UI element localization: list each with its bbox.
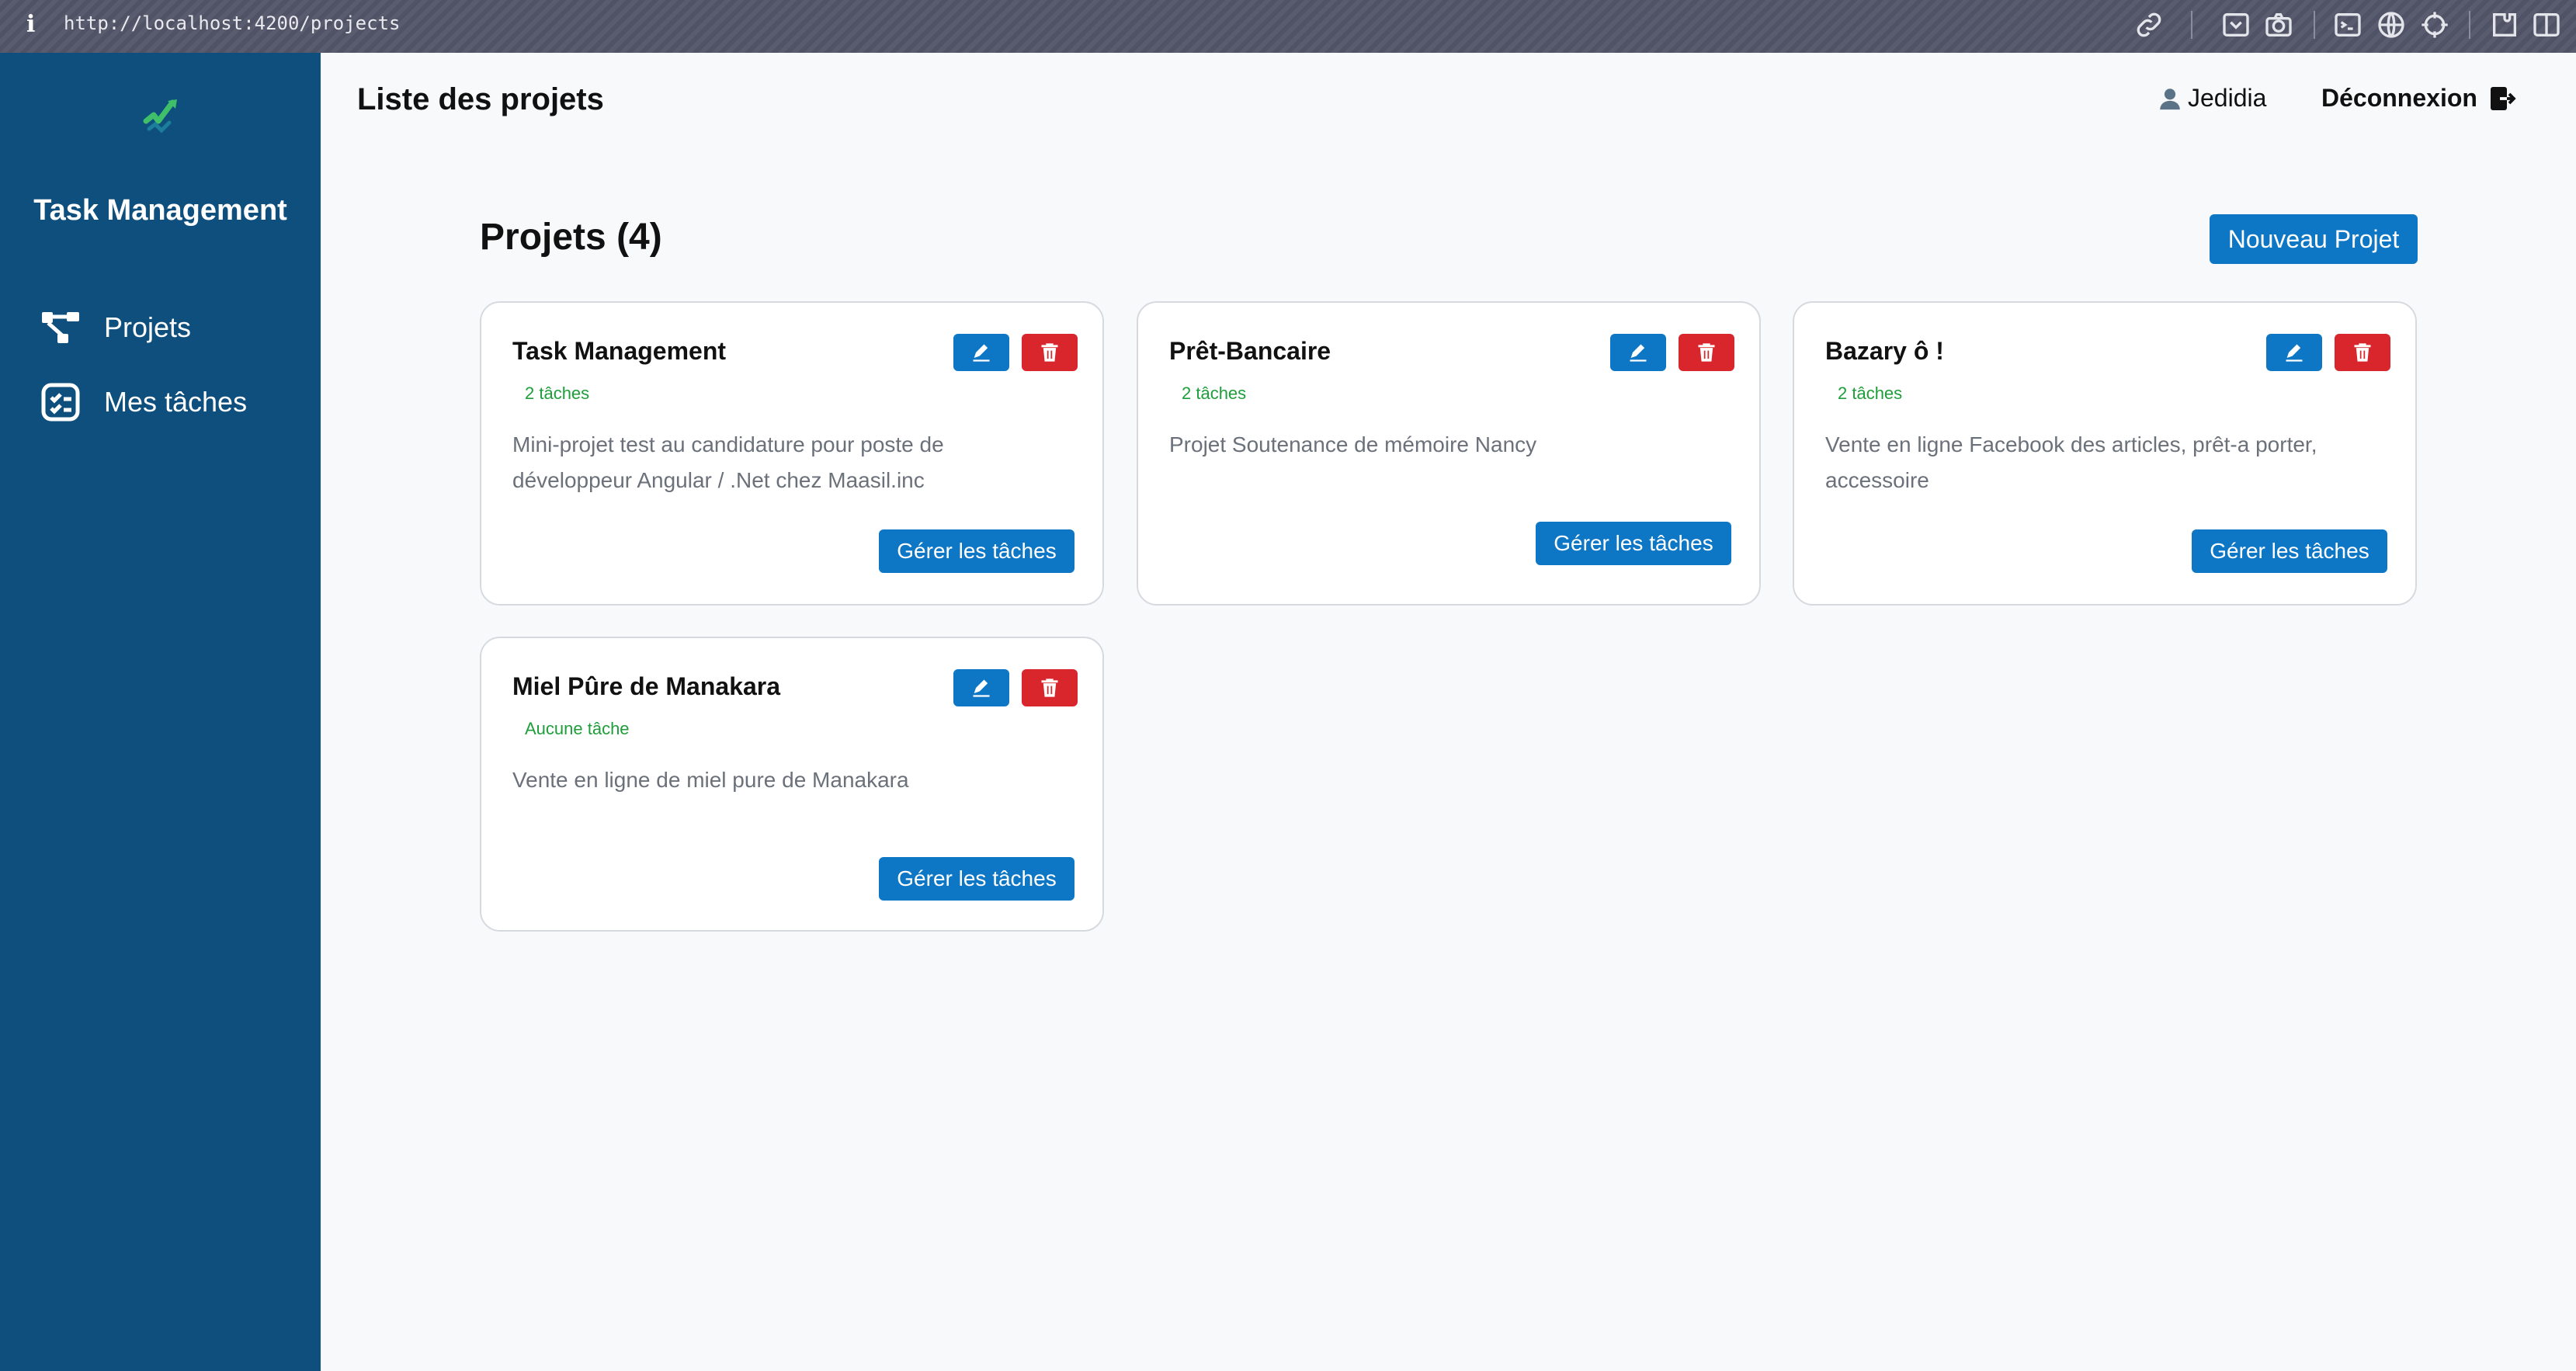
browser-toolbar: i http://localhost:4200/projects: [0, 0, 2576, 53]
sidebar-item-label: Projets: [104, 311, 192, 343]
project-description: Vente en ligne Facebook des articles, pr…: [1825, 432, 2317, 492]
sidebar-item-mes-taches[interactable]: Mes tâches: [40, 379, 247, 425]
project-description: Vente en ligne de miel pure de Manakara: [512, 768, 909, 792]
edit-button[interactable]: [2266, 334, 2322, 371]
sidebar-toggle-icon[interactable]: [2531, 9, 2562, 40]
edit-button[interactable]: [953, 334, 1009, 371]
screenshot-area-icon[interactable]: [2220, 9, 2251, 40]
page-title: Liste des projets: [357, 82, 604, 116]
hierarchy-icon: [40, 304, 87, 351]
user-name: Jedidia: [2188, 84, 2267, 112]
project-card: Prêt-Bancaire 2 tâches Projet Soutenance…: [1137, 301, 1761, 606]
project-description: Projet Soutenance de mémoire Nancy: [1169, 432, 1537, 456]
checklist-icon: [40, 379, 87, 425]
project-card: Task Management 2 tâches Mini-projet tes…: [480, 301, 1104, 606]
project-description: Mini-projet test au candidature pour pos…: [512, 432, 944, 492]
task-count: 2 tâches: [525, 384, 590, 403]
app-logo-icon: [138, 92, 185, 138]
toolbar-divider: [2314, 11, 2315, 39]
manage-tasks-button[interactable]: Gérer les tâches: [879, 529, 1074, 573]
task-count: 2 tâches: [1182, 384, 1247, 403]
project-title: Prêt-Bancaire: [1169, 337, 1331, 365]
logout-label: Déconnexion: [2321, 84, 2477, 112]
logout-button[interactable]: Déconnexion: [2321, 84, 2516, 113]
delete-button[interactable]: [1022, 334, 1078, 371]
edit-button[interactable]: [953, 669, 1009, 706]
new-project-button[interactable]: Nouveau Projet: [2210, 214, 2418, 264]
manage-tasks-button[interactable]: Gérer les tâches: [2192, 529, 2387, 573]
delete-button[interactable]: [2335, 334, 2390, 371]
pencil-icon: [1630, 344, 1647, 362]
app-title: Task Management: [33, 194, 287, 227]
extensions-icon[interactable]: [2489, 9, 2520, 40]
user-icon: [2160, 88, 2180, 109]
section-title: Projets (4): [480, 217, 662, 258]
project-title: Miel Pûre de Manakara: [512, 672, 781, 700]
toolbar-divider: [2469, 11, 2470, 39]
edit-button[interactable]: [1610, 334, 1666, 371]
sidebar-item-projets[interactable]: Projets: [40, 304, 191, 351]
trash-icon: [1041, 343, 1058, 362]
project-card: Bazary ô ! 2 tâches Vente en ligne Faceb…: [1793, 301, 2417, 606]
task-count: 2 tâches: [1838, 384, 1903, 403]
logout-icon: [2490, 86, 2516, 110]
manage-tasks-button[interactable]: Gérer les tâches: [879, 857, 1074, 901]
task-count: Aucune tâche: [525, 719, 630, 738]
sidebar: Task Management Projets Mes tâches: [0, 53, 321, 1371]
globe-icon[interactable]: [2376, 9, 2407, 40]
project-card: Miel Pûre de Manakara Aucune tâche Vente…: [480, 637, 1104, 932]
info-icon[interactable]: i: [26, 11, 35, 38]
pencil-icon: [973, 679, 990, 697]
link-icon[interactable]: [2133, 9, 2165, 40]
pencil-icon: [973, 344, 990, 362]
user-menu[interactable]: Jedidia: [2157, 84, 2266, 113]
toolbar-divider: [2191, 11, 2192, 39]
trash-icon: [1698, 343, 1715, 362]
url-bar[interactable]: http://localhost:4200/projects: [64, 12, 400, 34]
sidebar-item-label: Mes tâches: [104, 386, 248, 418]
delete-button[interactable]: [1679, 334, 1734, 371]
trash-icon: [2354, 343, 2371, 362]
delete-button[interactable]: [1022, 669, 1078, 706]
trash-icon: [1041, 679, 1058, 697]
crosshair-icon[interactable]: [2419, 9, 2450, 40]
manage-tasks-button[interactable]: Gérer les tâches: [1536, 522, 1731, 565]
terminal-icon[interactable]: [2332, 9, 2363, 40]
camera-icon[interactable]: [2263, 9, 2294, 40]
project-title: Bazary ô !: [1825, 337, 1944, 365]
project-title: Task Management: [512, 337, 727, 365]
pencil-icon: [2286, 344, 2303, 362]
